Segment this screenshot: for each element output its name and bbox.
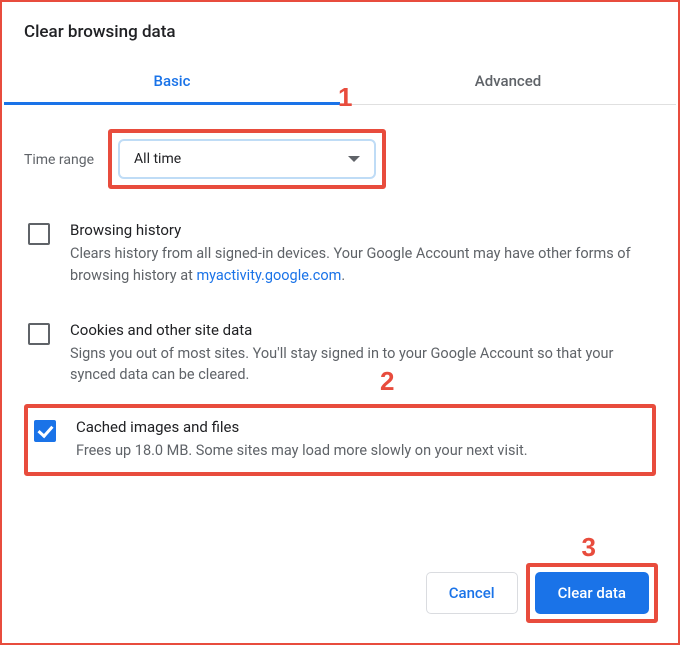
cancel-button[interactable]: Cancel	[426, 572, 518, 614]
option-cache: Cached images and files Frees up 18.0 MB…	[34, 418, 646, 462]
option-description: Clears history from all signed-in device…	[70, 243, 652, 287]
dialog-title: Clear browsing data	[4, 4, 676, 60]
option-title: Cached images and files	[76, 418, 528, 436]
annotation-number-3: 3	[582, 532, 596, 563]
clear-data-button[interactable]: Clear data	[535, 572, 649, 614]
dialog-footer: Cancel Clear data	[426, 563, 658, 623]
option-description: Frees up 18.0 MB. Some sites may load mo…	[76, 440, 528, 462]
time-range-select[interactable]: All time	[118, 139, 376, 179]
option-title: Browsing history	[70, 221, 652, 239]
option-description: Signs you out of most sites. You'll stay…	[70, 343, 652, 387]
annotation-box-3: Clear data	[526, 563, 658, 623]
annotation-box-2: Cached images and files Frees up 18.0 MB…	[24, 404, 656, 476]
tab-basic[interactable]: Basic	[4, 60, 340, 104]
option-cookies: Cookies and other site data Signs you ou…	[24, 317, 656, 391]
myactivity-link[interactable]: myactivity.google.com	[196, 267, 341, 284]
clear-browsing-data-dialog: Clear browsing data Basic Advanced Time …	[0, 0, 680, 645]
time-range-value: All time	[134, 151, 181, 167]
option-title: Cookies and other site data	[70, 321, 652, 339]
checkbox-browsing-history[interactable]	[28, 223, 50, 245]
time-range-label: Time range	[24, 150, 94, 168]
checkbox-cookies[interactable]	[28, 323, 50, 345]
chevron-down-icon	[348, 156, 360, 162]
checkbox-cache[interactable]	[34, 420, 56, 442]
tabs: Basic Advanced	[4, 60, 676, 105]
tab-advanced[interactable]: Advanced	[340, 60, 676, 104]
option-browsing-history: Browsing history Clears history from all…	[24, 217, 656, 291]
annotation-box-1: All time	[108, 129, 386, 189]
